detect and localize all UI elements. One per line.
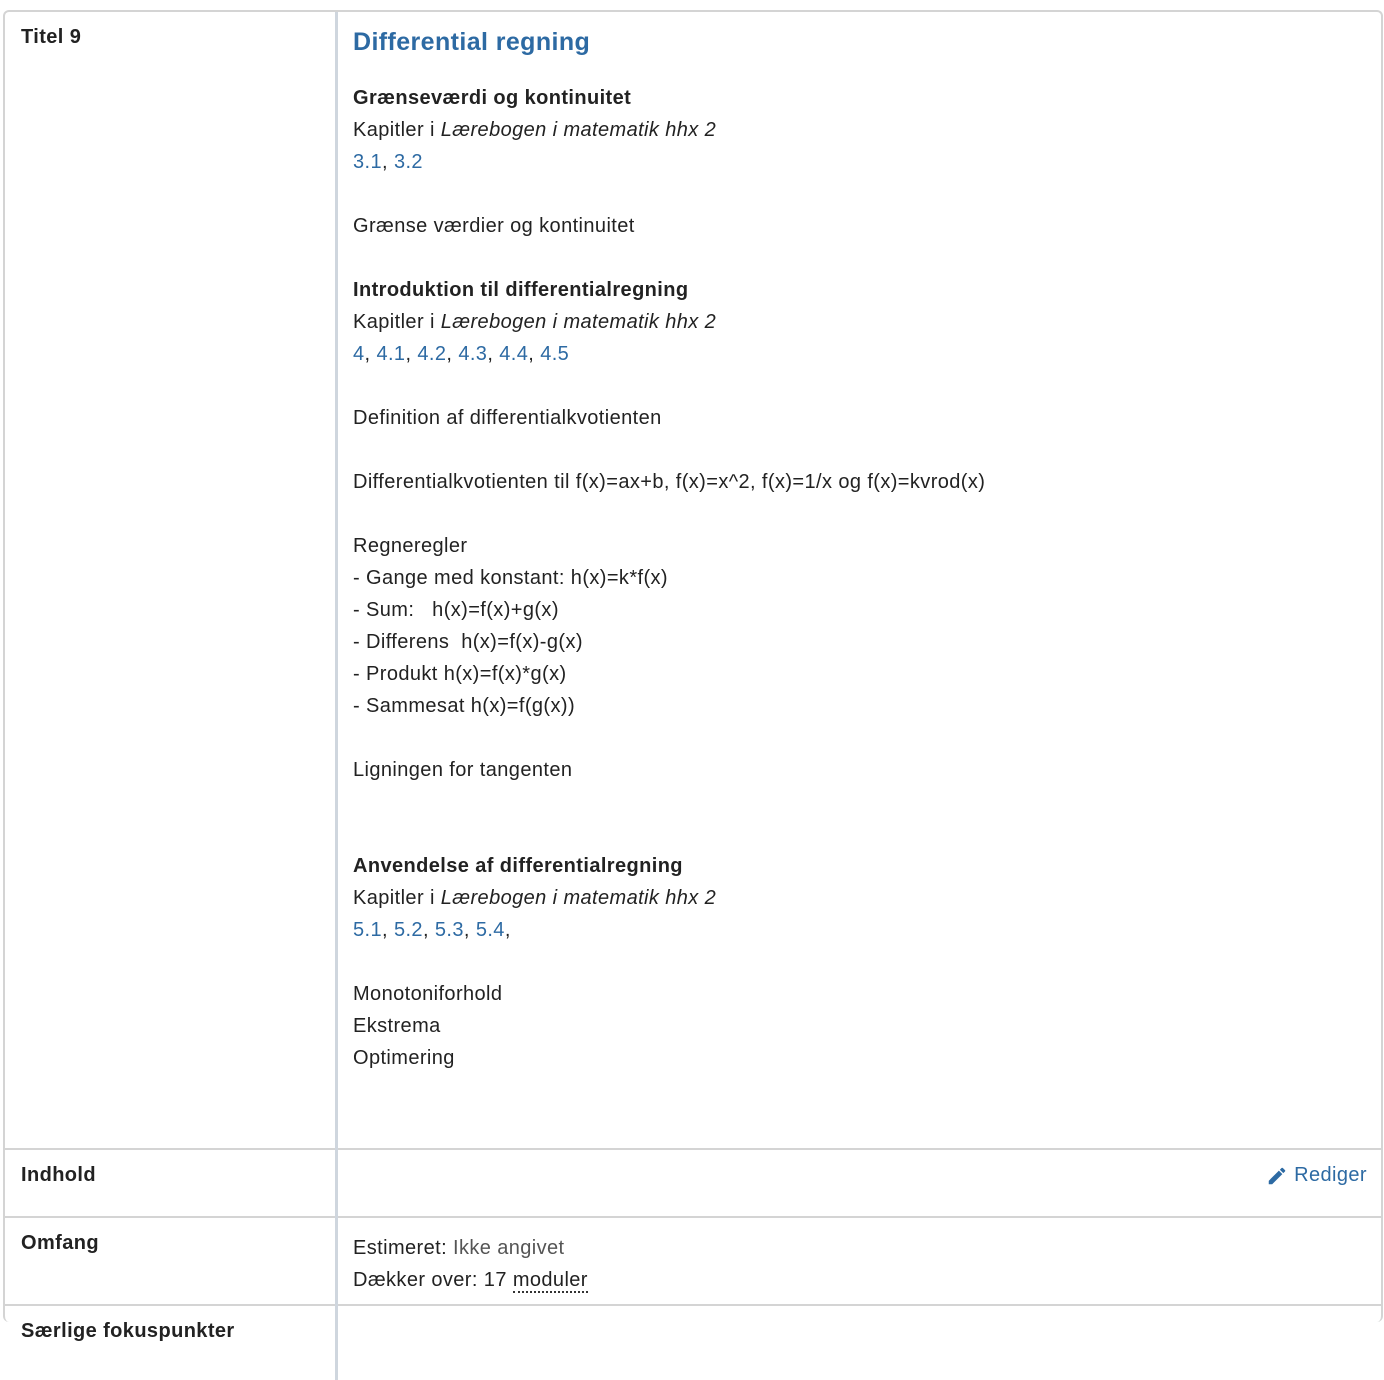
chapter-link[interactable]: 4: [353, 343, 365, 365]
book-reference: Kapitler i Lærebogen i matematik hhx 2: [353, 882, 1367, 914]
chapter-link[interactable]: 4.2: [417, 343, 446, 365]
topic-card: Titel 9 Differential regning Grænseværdi…: [3, 10, 1383, 1380]
covers-line: Dækker over: 17 moduler: [353, 1264, 1367, 1296]
chapter-link[interactable]: 4.3: [458, 343, 487, 365]
book-prefix: Kapitler i: [353, 311, 441, 333]
covers-label: Dækker over:: [353, 1269, 484, 1291]
edit-button[interactable]: Rediger: [1266, 1164, 1367, 1187]
estimated-line: Estimeret: Ikke angivet: [353, 1232, 1367, 1264]
text-line: Grænse værdier og kontinuitet: [353, 215, 635, 237]
book-prefix: Kapitler i: [353, 119, 441, 141]
chapter-link[interactable]: 5.4: [476, 919, 505, 941]
indhold-row: Indhold Rediger: [5, 1148, 1381, 1217]
book-reference: Kapitler i Lærebogen i matematik hhx 2: [353, 306, 1367, 338]
section-title: Anvendelse af differentialregning: [353, 855, 683, 877]
chapter-links: 5.1, 5.2, 5.3, 5.4,: [353, 919, 511, 941]
chapter-link[interactable]: 3.1: [353, 151, 382, 173]
title-label: Titel 9: [5, 12, 338, 1149]
book-prefix: Kapitler i: [353, 887, 441, 909]
section-title: Grænseværdi og kontinuitet: [353, 87, 632, 109]
text-line: Regneregler: [353, 535, 468, 557]
text-line: - Gange med konstant: h(x)=k*f(x): [353, 567, 668, 589]
indhold-label: Indhold: [5, 1148, 338, 1217]
book-reference: Kapitler i Lærebogen i matematik hhx 2: [353, 114, 1367, 146]
chapter-link[interactable]: 5.2: [394, 919, 423, 941]
chapter-links: 4, 4.1, 4.2, 4.3, 4.4, 4.5: [353, 343, 570, 365]
edit-label: Rediger: [1294, 1164, 1367, 1186]
text-line: Ligningen for tangenten: [353, 759, 573, 781]
chapter-link[interactable]: 5.3: [435, 919, 464, 941]
chapter-link[interactable]: 5.1: [353, 919, 382, 941]
chapter-link[interactable]: 4.5: [540, 343, 569, 365]
title-row: Titel 9 Differential regning Grænseværdi…: [5, 12, 1381, 1149]
book-title: Lærebogen i matematik hhx 2: [440, 311, 717, 333]
text-line: Definition af differentialkvotienten: [353, 407, 662, 429]
fokus-content: [336, 1304, 1381, 1380]
text-line: Ekstrema: [353, 1015, 441, 1037]
text-line: Optimering: [353, 1047, 455, 1069]
text-line: Monotoniforhold: [353, 983, 503, 1005]
estimated-value: Ikke angivet: [452, 1237, 565, 1259]
text-line: - Differens h(x)=f(x)-g(x): [353, 631, 583, 653]
pencil-icon: [1268, 1167, 1286, 1184]
chapter-link[interactable]: 4.1: [376, 343, 405, 365]
chapter-link[interactable]: 4.4: [499, 343, 528, 365]
estimated-label: Estimeret:: [353, 1237, 453, 1259]
text-line: - Sammesat h(x)=f(g(x)): [353, 695, 576, 717]
title-content: Differential regning Grænseværdi og kont…: [337, 12, 1382, 1149]
text-line: - Produkt h(x)=f(x)*g(x): [353, 663, 567, 685]
topic-heading: Differential regning: [353, 28, 591, 56]
indhold-content: Rediger: [336, 1148, 1381, 1217]
fokus-row: Særlige fokuspunkter: [5, 1304, 1381, 1380]
covers-unit: moduler: [512, 1269, 588, 1293]
omfang-label: Omfang: [5, 1216, 338, 1305]
omfang-row: Omfang Estimeret: Ikke angivet Dækker ov…: [5, 1216, 1381, 1305]
text-line: - Sum: h(x)=f(x)+g(x): [353, 599, 559, 621]
section-title: Introduktion til differentialregning: [353, 279, 689, 301]
topic-table: Titel 9 Differential regning Grænseværdi…: [5, 12, 1381, 1380]
fokus-label: Særlige fokuspunkter: [5, 1304, 338, 1380]
text-line: Differentialkvotienten til f(x)=ax+b, f(…: [353, 471, 986, 493]
book-title: Lærebogen i matematik hhx 2: [440, 119, 717, 141]
omfang-content: Estimeret: Ikke angivet Dækker over: 17 …: [336, 1216, 1381, 1305]
book-title: Lærebogen i matematik hhx 2: [440, 887, 717, 909]
chapter-links: 3.1, 3.2: [353, 151, 423, 173]
chapter-link[interactable]: 3.2: [394, 151, 423, 173]
covers-count: 17: [483, 1269, 507, 1291]
